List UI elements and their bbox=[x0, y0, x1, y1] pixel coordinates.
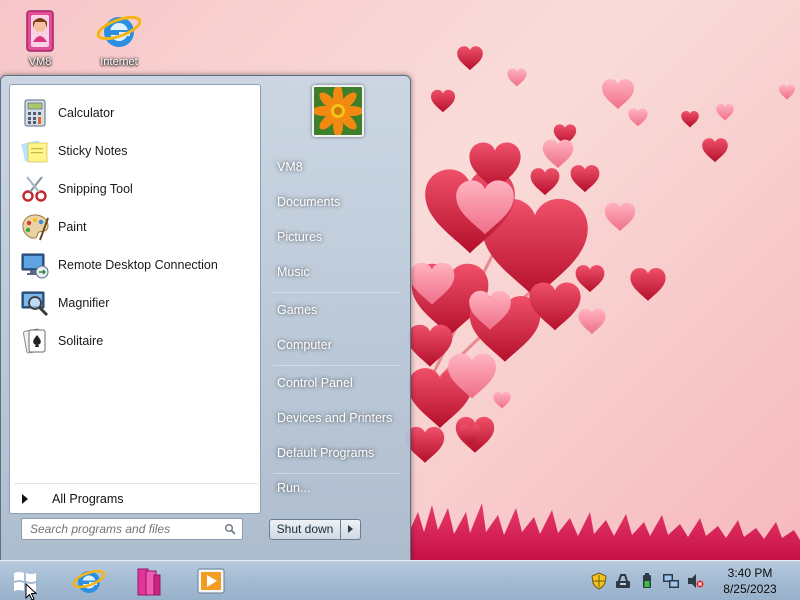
program-label: Sticky Notes bbox=[58, 144, 128, 158]
program-label: Remote Desktop Connection bbox=[58, 258, 218, 272]
security-shield-icon[interactable] bbox=[590, 572, 608, 590]
program-magnifier[interactable]: Magnifier bbox=[14, 286, 258, 320]
place-run[interactable]: Run... bbox=[269, 473, 405, 503]
place-games[interactable]: Games bbox=[269, 295, 405, 325]
volume-muted-icon[interactable] bbox=[686, 572, 704, 590]
network-icon[interactable] bbox=[662, 572, 680, 590]
user-account-picture[interactable] bbox=[312, 85, 364, 137]
all-programs-button[interactable]: All Programs bbox=[14, 483, 258, 513]
start-search-area bbox=[9, 514, 261, 556]
start-menu-places-pane: VM8 Documents Pictures Music Games Compu… bbox=[263, 76, 411, 562]
program-paint[interactable]: Paint bbox=[14, 210, 258, 244]
program-label: Snipping Tool bbox=[58, 182, 133, 196]
program-label: Solitaire bbox=[58, 334, 104, 348]
desktop-icon-internet[interactable]: Internet bbox=[87, 8, 151, 68]
flower-picture bbox=[314, 87, 362, 135]
places-separator bbox=[273, 365, 401, 366]
program-label: Magnifier bbox=[58, 296, 110, 310]
places-separator bbox=[273, 292, 401, 293]
mouse-cursor-icon bbox=[25, 583, 37, 600]
internet-explorer-icon bbox=[96, 15, 142, 47]
search-icon[interactable] bbox=[224, 523, 236, 535]
playing-card-icon bbox=[23, 328, 46, 354]
shutdown-options-button[interactable] bbox=[340, 519, 361, 540]
desktop-icon-label: Internet bbox=[100, 56, 138, 68]
taskbar-media-player-icon[interactable] bbox=[192, 563, 230, 599]
taskbar: 3:40 PM 8/25/2023 bbox=[0, 560, 800, 600]
calculator-icon bbox=[24, 99, 46, 127]
program-label: Paint bbox=[58, 220, 87, 234]
tools-icon[interactable] bbox=[614, 572, 632, 590]
place-default-programs[interactable]: Default Programs bbox=[269, 438, 405, 468]
program-calculator[interactable]: Calculator bbox=[14, 96, 258, 130]
all-programs-label: All Programs bbox=[52, 491, 124, 506]
sticky-notes-icon bbox=[21, 140, 48, 163]
shutdown-button[interactable]: Shut down bbox=[269, 519, 341, 540]
taskbar-clock[interactable]: 3:40 PM 8/25/2023 bbox=[712, 565, 788, 597]
clock-date: 8/25/2023 bbox=[723, 582, 777, 596]
desktop-icon-vm8[interactable]: VM8 bbox=[8, 8, 72, 68]
magnifier-icon bbox=[21, 291, 49, 317]
scissors-icon bbox=[22, 176, 47, 202]
program-label: Calculator bbox=[58, 106, 115, 120]
place-computer[interactable]: Computer bbox=[269, 330, 405, 360]
place-user-folder[interactable]: VM8 bbox=[269, 152, 405, 182]
search-input[interactable] bbox=[22, 519, 212, 539]
start-menu-programs-pane: Calculator Sticky Notes Snipping Tool Pa… bbox=[9, 84, 261, 514]
battery-icon[interactable] bbox=[638, 572, 656, 590]
program-sticky-notes[interactable]: Sticky Notes bbox=[14, 134, 258, 168]
arrow-right-icon bbox=[22, 493, 28, 504]
place-pictures[interactable]: Pictures bbox=[269, 222, 405, 252]
place-devices-and-printers[interactable]: Devices and Printers bbox=[269, 403, 405, 433]
user-folder-icon bbox=[26, 10, 54, 52]
search-box bbox=[21, 518, 243, 540]
taskbar-libraries-icon[interactable] bbox=[130, 563, 168, 599]
start-menu: Calculator Sticky Notes Snipping Tool Pa… bbox=[0, 75, 411, 561]
clock-time: 3:40 PM bbox=[727, 566, 773, 580]
paint-palette-icon bbox=[22, 214, 49, 241]
taskbar-internet-explorer-icon[interactable] bbox=[70, 563, 108, 599]
place-control-panel[interactable]: Control Panel bbox=[269, 368, 405, 398]
program-remote-desktop[interactable]: Remote Desktop Connection bbox=[14, 248, 258, 282]
program-snipping-tool[interactable]: Snipping Tool bbox=[14, 172, 258, 206]
place-music[interactable]: Music bbox=[269, 257, 405, 287]
desktop-icon-label: VM8 bbox=[28, 56, 52, 68]
program-solitaire[interactable]: Solitaire bbox=[14, 324, 258, 358]
remote-desktop-icon bbox=[21, 253, 49, 279]
place-documents[interactable]: Documents bbox=[269, 187, 405, 217]
system-tray bbox=[590, 569, 704, 593]
